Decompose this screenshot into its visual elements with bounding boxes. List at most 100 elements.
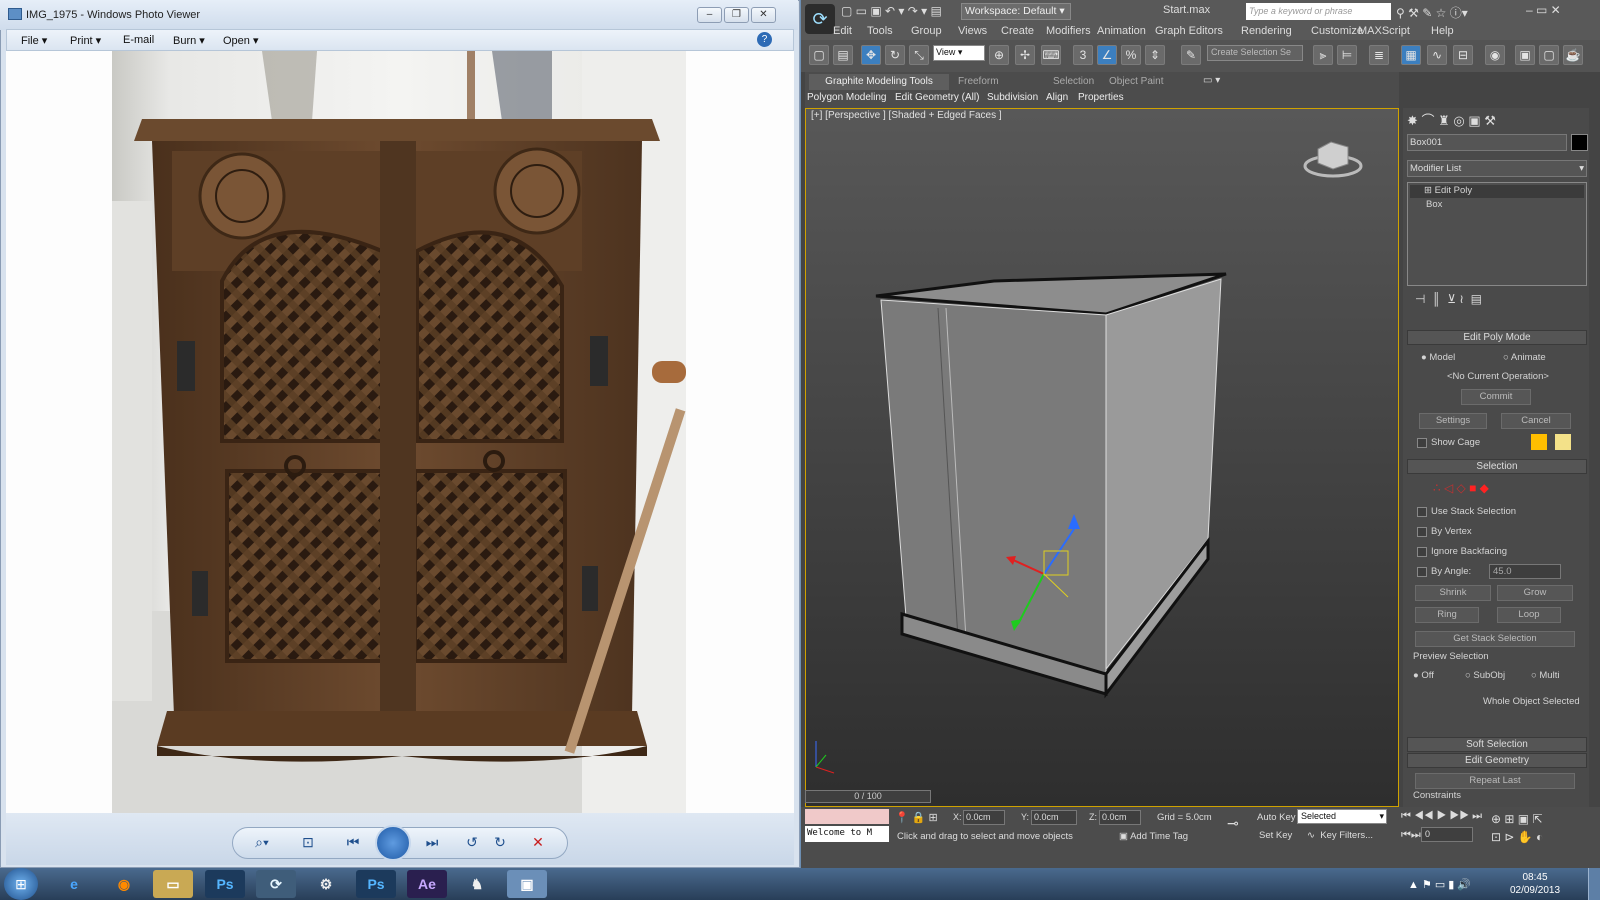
schematic-view-icon[interactable]: ⊟: [1453, 45, 1473, 65]
playback-controls[interactable]: ⏮ ◀◀ ▶ ▶▶ ⏭: [1401, 810, 1482, 823]
z-coordinate-field[interactable]: 0.0cm: [1099, 810, 1141, 825]
commit-button[interactable]: Commit: [1461, 389, 1531, 405]
max-menu-rendering[interactable]: Rendering: [1241, 25, 1292, 37]
key-filters-button[interactable]: ∿ Key Filters...: [1307, 830, 1373, 841]
ribbon-tab-selection[interactable]: Selection: [1053, 76, 1094, 87]
settings-button[interactable]: Settings: [1419, 413, 1487, 429]
select-rotate-icon[interactable]: ↻: [885, 45, 905, 65]
ribbon-panel-polygon-modeling[interactable]: Polygon Modeling: [807, 92, 887, 103]
max-menu-animation[interactable]: Animation: [1097, 25, 1146, 37]
rollout-edit-geometry[interactable]: Edit Geometry: [1407, 753, 1587, 768]
max-menu-help[interactable]: Help: [1431, 25, 1454, 37]
ribbon-tab-object-paint[interactable]: Object Paint: [1109, 76, 1163, 87]
clock[interactable]: 08:45 02/09/2013: [1500, 871, 1570, 897]
menu-print[interactable]: Print ▾: [70, 34, 101, 47]
max-menu-views[interactable]: Views: [958, 25, 987, 37]
minimize-button[interactable]: –: [697, 7, 722, 23]
preview-subobj-radio[interactable]: ○ SubObj: [1465, 670, 1505, 681]
grow-button[interactable]: Grow: [1497, 585, 1573, 601]
taskbar-photoshop-icon[interactable]: Ps: [205, 870, 245, 898]
get-stack-selection-button[interactable]: Get Stack Selection: [1415, 631, 1575, 647]
menu-burn[interactable]: Burn ▾: [173, 34, 205, 47]
menu-open[interactable]: Open ▾: [223, 34, 259, 47]
snaps-toggle-icon[interactable]: 3: [1073, 45, 1093, 65]
modifier-stack[interactable]: ⊞ Edit Poly Box: [1407, 182, 1587, 286]
time-slider[interactable]: 0 / 100: [805, 790, 931, 803]
command-panel-tabs[interactable]: ✸ ⌒ ♜ ◎ ▣ ⚒: [1407, 110, 1537, 130]
x-coordinate-field[interactable]: 0.0cm: [963, 810, 1005, 825]
viewport-label[interactable]: [+] [Perspective ] [Shaded + Edged Faces…: [811, 110, 1002, 121]
taskbar-firefox-icon[interactable]: ◉: [104, 870, 144, 898]
by-vertex-checkbox[interactable]: [1417, 527, 1427, 537]
selected-dropdown[interactable]: Selected ▾: [1297, 809, 1387, 824]
stack-item-box[interactable]: Box: [1426, 199, 1442, 210]
ribbon-panel-geometry[interactable]: Geometry (All): [915, 92, 979, 103]
rotate-left-icon[interactable]: ↺: [462, 834, 482, 852]
menu-email[interactable]: E-mail: [123, 34, 154, 46]
system-tray-icons[interactable]: ▲ ⚑ ▭ ▮ 🔊: [1408, 878, 1471, 891]
taskbar-explorer-icon[interactable]: ▭: [153, 870, 193, 898]
named-selection-set-input[interactable]: Create Selection Se: [1207, 45, 1303, 61]
edit-named-selection-icon[interactable]: ✎: [1181, 45, 1201, 65]
previous-icon[interactable]: ⏮: [343, 834, 363, 852]
subobject-level-icons[interactable]: ∴ ◁ ◇ ■ ◆: [1433, 481, 1533, 495]
infocenter-icons[interactable]: ⚲ ⚒ ✎ ☆ ⓘ▾: [1396, 4, 1468, 21]
maxscript-listener-pink[interactable]: [805, 809, 889, 824]
render-production-icon[interactable]: ☕: [1563, 45, 1583, 65]
selection-lock-icon[interactable]: 📍 🔒 ⊞: [895, 811, 938, 824]
shrink-button[interactable]: Shrink: [1415, 585, 1491, 601]
material-editor-icon[interactable]: ◉: [1485, 45, 1505, 65]
delete-icon[interactable]: ✕: [528, 834, 548, 852]
percent-snap-icon[interactable]: %: [1121, 45, 1141, 65]
render-setup-icon[interactable]: ▣: [1515, 45, 1535, 65]
show-cage-checkbox[interactable]: [1417, 438, 1427, 448]
taskbar-ie-icon[interactable]: e: [54, 870, 94, 898]
select-object-icon[interactable]: ▢: [809, 45, 829, 65]
graphite-toggle-icon[interactable]: ▦: [1401, 45, 1421, 65]
slideshow-button[interactable]: [375, 825, 411, 861]
zoom-icon[interactable]: ⌕▾: [252, 834, 272, 852]
current-frame-field[interactable]: 0: [1421, 827, 1473, 842]
taskbar-app2-icon[interactable]: ♞: [457, 870, 497, 898]
by-angle-checkbox[interactable]: [1417, 567, 1427, 577]
reference-coord-dropdown[interactable]: View ▾: [933, 45, 985, 61]
cage-color-swatch[interactable]: [1531, 434, 1547, 450]
ribbon-panel-properties[interactable]: Properties: [1078, 92, 1124, 103]
stack-item-edit-poly[interactable]: ⊞ Edit Poly: [1410, 185, 1584, 198]
restore-button[interactable]: ❐: [724, 7, 749, 23]
max-menu-create[interactable]: Create: [1001, 25, 1034, 37]
stack-tools-icons[interactable]: ⊣ ║ ⊻ ≀ ▤: [1415, 292, 1482, 306]
radio-model[interactable]: ● Model: [1421, 352, 1455, 363]
keyboard-shortcut-icon[interactable]: ⌨: [1041, 45, 1061, 65]
taskbar-3dsmax-icon[interactable]: ⟳: [256, 870, 296, 898]
ribbon-tab-freeform[interactable]: Freeform: [958, 76, 999, 87]
cancel-button[interactable]: Cancel: [1501, 413, 1571, 429]
select-move-icon[interactable]: ✥: [861, 45, 881, 65]
max-window-buttons[interactable]: – ▭ ✕: [1526, 3, 1561, 17]
max-menu-maxscript[interactable]: MAXScript: [1358, 25, 1410, 37]
repeat-last-button[interactable]: Repeat Last: [1415, 773, 1575, 789]
max-menu-tools[interactable]: Tools: [867, 25, 893, 37]
max-menu-customize[interactable]: Customize: [1311, 25, 1363, 37]
preview-off-radio[interactable]: ● Off: [1413, 670, 1434, 681]
rotate-right-icon[interactable]: ↻: [490, 834, 510, 852]
taskbar-photoshop2-icon[interactable]: Ps: [356, 870, 396, 898]
max-menu-edit[interactable]: Edit: [833, 25, 852, 37]
rollout-edit-poly-mode[interactable]: Edit Poly Mode: [1407, 330, 1587, 345]
select-by-name-icon[interactable]: ▤: [833, 45, 853, 65]
close-button[interactable]: ✕: [751, 7, 776, 23]
add-time-tag[interactable]: ▣ Add Time Tag: [1119, 831, 1188, 842]
perspective-viewport[interactable]: [805, 108, 1399, 807]
show-desktop-button[interactable]: [1588, 868, 1600, 900]
help-icon[interactable]: ?: [757, 32, 772, 47]
rollout-selection[interactable]: Selection: [1407, 459, 1587, 474]
by-angle-spinner[interactable]: 45.0: [1489, 564, 1561, 579]
spinner-snap-icon[interactable]: ⇕: [1145, 45, 1165, 65]
workspace-dropdown[interactable]: Workspace: Default ▾: [961, 3, 1071, 20]
radio-animate[interactable]: ○ Animate: [1503, 352, 1546, 363]
pivot-center-icon[interactable]: ⊕: [989, 45, 1009, 65]
curve-editor-icon[interactable]: ∿: [1427, 45, 1447, 65]
taskbar-photo-viewer-icon[interactable]: ▣: [507, 870, 547, 898]
loop-button[interactable]: Loop: [1497, 607, 1561, 623]
max-search-input[interactable]: Type a keyword or phrase: [1246, 3, 1391, 20]
